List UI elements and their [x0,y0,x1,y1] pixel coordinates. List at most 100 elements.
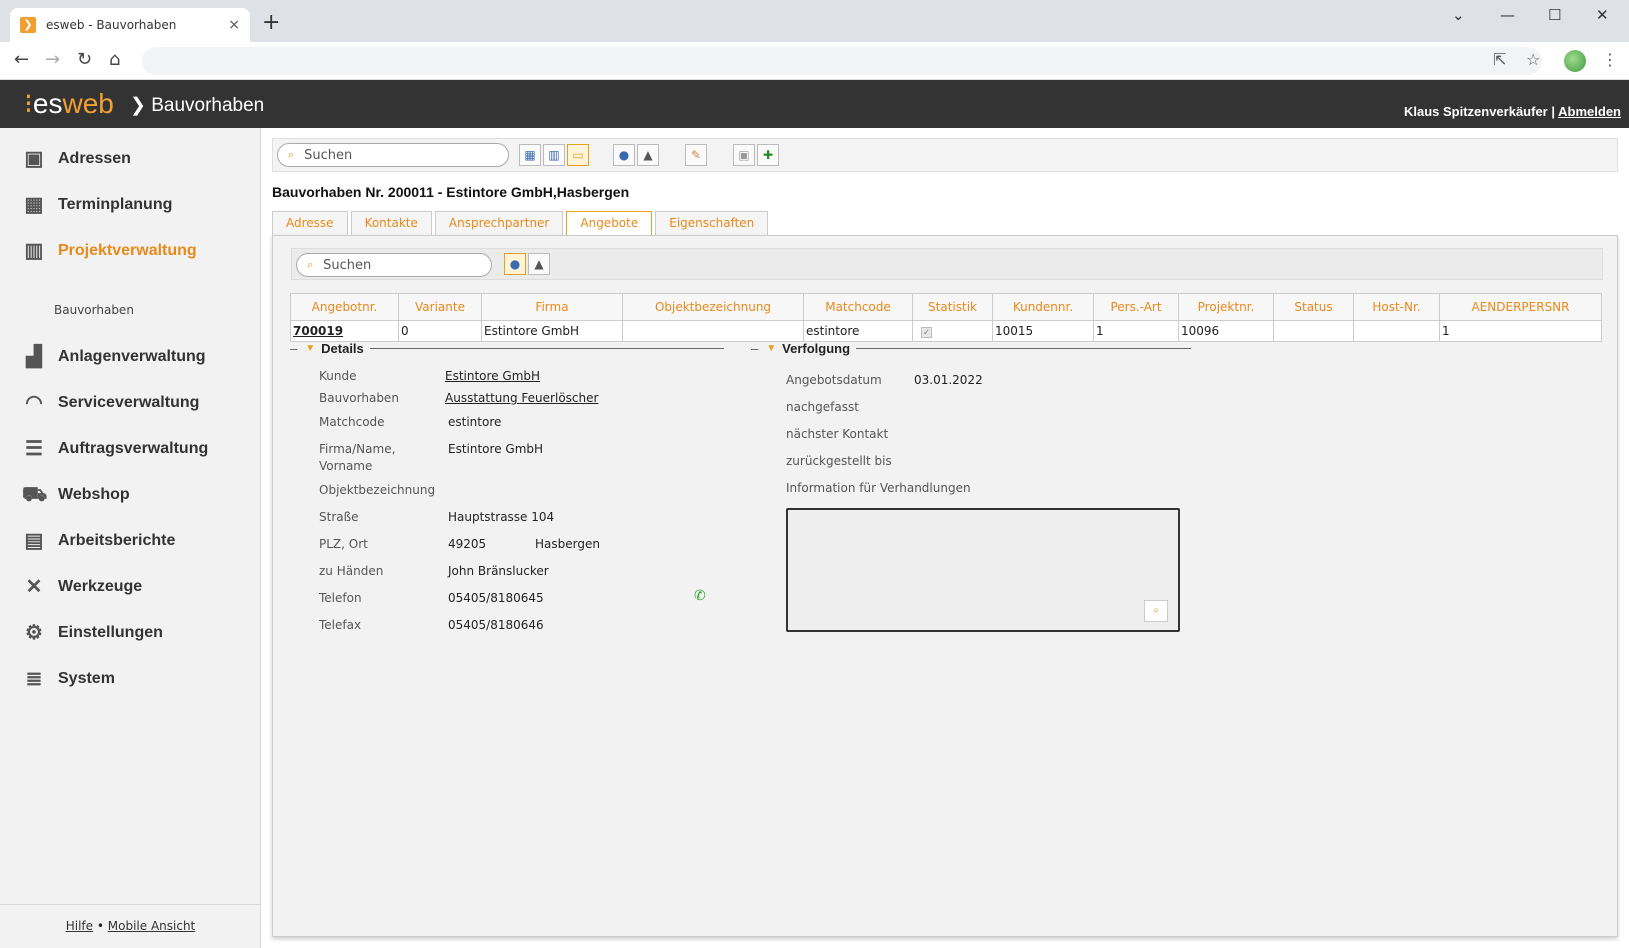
cell-status [1273,320,1354,342]
sidebar-item-adressen[interactable]: ▣ Adressen [22,146,131,172]
minimize-icon[interactable]: — [1500,6,1515,24]
sidebar-item-label: Adressen [58,150,131,167]
sidebar-item-werkzeuge[interactable]: ✕ Werkzeuge [22,574,143,600]
zu-haenden-value: John Bränslucker [448,564,549,578]
details-collapse-toggle[interactable]: – [290,341,297,356]
sidebar-item-webshop[interactable]: ⛟ Webshop [22,482,130,508]
add-offer-button[interactable]: ● [504,253,526,275]
sidebar-item-serviceverwaltung[interactable]: ◠ Serviceverwaltung [22,390,199,416]
col-aenderpersnr[interactable]: AENDERPERSNR [1439,293,1602,321]
statistik-checkbox[interactable]: ✓ [921,327,932,338]
table-row[interactable]: 700019 0 Estintore GmbH estintore ✓ 1001… [290,320,1602,342]
breadcrumb-current: Bauvorhaben [151,95,265,116]
col-firma[interactable]: Firma [481,293,623,321]
url-input[interactable] [142,47,1542,75]
textarea-search-icon[interactable]: ⌕ [1144,600,1168,622]
col-objektbezeichnung[interactable]: Objektbezeichnung [622,293,804,321]
share-icon[interactable]: ⇱ [1493,50,1506,69]
home-icon[interactable]: ⌂ [109,49,120,70]
sidebar-item-auftragsverwaltung[interactable]: ☰ Auftragsverwaltung [22,436,208,462]
verfolgung-section-header[interactable]: – ▼ Verfolgung [751,341,1191,356]
factory-icon: ▟ [26,346,42,368]
col-kundennr[interactable]: Kundennr. [992,293,1094,321]
col-hostnr[interactable]: Host-Nr. [1353,293,1440,321]
sidebar-item-arbeitsberichte[interactable]: ▤ Arbeitsberichte [22,528,176,554]
sidebar-item-label: Projektverwaltung [58,242,197,259]
tools-button[interactable]: ✎ [685,144,707,166]
phone-call-icon[interactable]: ✆ [694,588,706,604]
browser-menu-icon[interactable]: ⋮ [1602,50,1618,69]
sidebar-item-anlagenverwaltung[interactable]: ▟ Anlagenverwaltung [22,344,205,370]
esweb-logo[interactable]: ⁝esweb [24,87,114,120]
folder-view-button[interactable]: ▭ [567,144,589,166]
delete-offer-button[interactable]: ▲ [528,253,550,275]
maximize-icon[interactable]: ☐ [1548,6,1561,24]
col-status[interactable]: Status [1273,293,1354,321]
sidebar-item-terminplanung[interactable]: ▦ Terminplanung [22,192,173,218]
col-variante[interactable]: Variante [398,293,482,321]
excel-export-button[interactable]: ✚ [757,144,779,166]
firma-label-line1: Firma/Name, [319,442,396,456]
mobile-view-link[interactable]: Mobile Ansicht [108,919,196,933]
help-link[interactable]: Hilfe [66,919,93,933]
user-name: Klaus Spitzenverkäufer [1403,104,1548,119]
search-icon: ⌕ [288,148,295,161]
angebotsdatum-value: 03.01.2022 [914,373,983,387]
tab-adresse[interactable]: Adresse [272,211,348,235]
logout-link[interactable]: Abmelden [1558,104,1621,119]
triangle-down-icon: ▼ [305,343,316,354]
tab-ansprechpartner[interactable]: Ansprechpartner [434,211,564,235]
close-window-icon[interactable]: ✕ [1596,6,1609,24]
footer-dot: • [96,919,104,933]
firma-label-line2: Vorname [319,459,373,473]
details-title: Details [321,341,364,356]
tab-angebote[interactable]: Angebote [566,211,653,235]
list-view-button[interactable]: ▦ [519,144,541,166]
telefax-label: Telefax [319,618,362,632]
kunde-link[interactable]: Estintore GmbH [445,369,540,383]
ort-value: Hasbergen [535,537,600,551]
cell-angebotnr[interactable]: 700019 [290,320,399,342]
back-icon[interactable]: ← [14,49,29,70]
detail-view-button[interactable]: ▥ [543,144,565,166]
user-info: Klaus Spitzenverkäufer | Abmelden [1404,104,1621,119]
sidebar-item-system[interactable]: ≣ System [22,666,115,692]
image-button[interactable]: ▣ [733,144,755,166]
telefax-value: 05405/8180646 [448,618,544,632]
matchcode-value: estintore [448,415,502,429]
add-record-button[interactable]: ● [613,144,635,166]
search-input[interactable]: ⌕ Suchen [277,143,509,167]
reload-icon[interactable]: ↻ [77,49,92,70]
sidebar-item-einstellungen[interactable]: ⚙ Einstellungen [22,620,163,646]
bauvorhaben-link[interactable]: Ausstattung Feuerlöscher [445,391,598,405]
sidebar-item-label: Webshop [58,486,130,503]
tab-search-icon[interactable]: ⌄ [1452,6,1465,24]
sidebar-item-label: Serviceverwaltung [58,394,200,411]
profile-avatar[interactable] [1564,50,1586,72]
delete-record-button[interactable]: ▲ [637,144,659,166]
details-section-header[interactable]: – ▼ Details [290,341,730,356]
tab-kontakte[interactable]: Kontakte [350,211,432,235]
logo-es: es [32,88,63,119]
col-persart[interactable]: Pers.-Art [1093,293,1179,321]
sidebar-item-projektverwaltung[interactable]: ▥ Projektverwaltung [22,238,197,264]
sub-search-input[interactable]: ⌕ Suchen [296,253,492,277]
col-projektnr[interactable]: Projektnr. [1178,293,1274,321]
new-tab-button[interactable]: + [262,10,280,35]
strasse-value: Hauptstrasse 104 [448,510,555,524]
cell-aenderpersnr: 1 [1439,320,1602,342]
firma-value: Estintore GmbH [448,442,544,456]
verfolgung-collapse-toggle[interactable]: – [751,341,758,356]
bookmark-star-icon[interactable]: ☆ [1526,50,1540,69]
tab-eigenschaften[interactable]: Eigenschaften [655,211,769,235]
col-angebotnr[interactable]: Angebotnr. [290,293,399,321]
close-tab-icon[interactable]: × [228,17,240,33]
forward-icon[interactable]: → [45,49,60,70]
col-statistik[interactable]: Statistik [912,293,993,321]
browser-tab[interactable]: ❯ esweb - Bauvorhaben × [10,8,250,42]
information-textarea[interactable]: ⌕ [786,508,1180,632]
sidebar-subitem-bauvorhaben[interactable]: Bauvorhaben [54,303,134,317]
logo-web: web [62,88,114,119]
col-matchcode[interactable]: Matchcode [803,293,913,321]
breadcrumb: ❯ Bauvorhaben [130,94,264,117]
